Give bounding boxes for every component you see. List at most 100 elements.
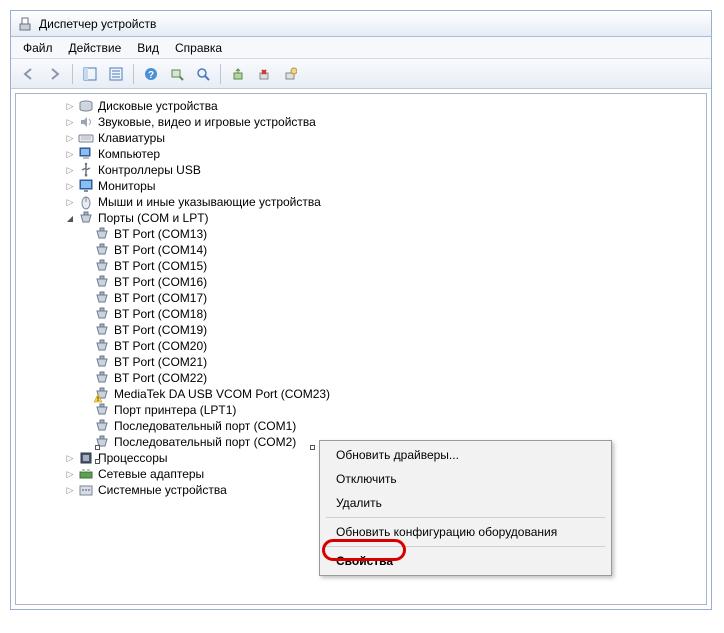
properties-button[interactable] [104,62,128,86]
tree-category[interactable]: Контроллеры USB [16,162,706,178]
tree-item-port[interactable]: BT Port (COM18) [16,306,706,322]
tree-item-port[interactable]: BT Port (COM15) [16,258,706,274]
cm-separator [326,546,605,547]
tree-category[interactable]: Мониторы [16,178,706,194]
scan-button[interactable] [165,62,189,86]
tree-category[interactable]: Компьютер [16,146,706,162]
app-icon [17,16,33,32]
category-icon [78,162,94,178]
tree-label: BT Port (COM18) [114,307,207,321]
port-icon [94,338,110,354]
menu-help[interactable]: Справка [167,39,230,57]
find-button[interactable] [191,62,215,86]
tree-label: Мыши и иные указывающие устройства [98,195,321,209]
tree-label: BT Port (COM22) [114,371,207,385]
menu-file[interactable]: Файл [15,39,61,57]
tree-category[interactable]: Звуковые, видео и игровые устройства [16,114,706,130]
forward-button[interactable] [43,62,67,86]
port-icon [94,290,110,306]
expander-icon[interactable] [64,132,76,144]
tree-label: Процессоры [98,451,168,465]
expander-icon[interactable] [64,212,76,224]
tree-item-port[interactable]: BT Port (COM22) [16,370,706,386]
tree-label: Порты (COM и LPT) [98,211,209,225]
tree-category[interactable]: Клавиатуры [16,130,706,146]
tree-label: Дисковые устройства [98,99,218,113]
category-icon [78,146,94,162]
port-icon [94,274,110,290]
port-icon [94,226,110,242]
tree-label: BT Port (COM13) [114,227,207,241]
tree-label: BT Port (COM17) [114,291,207,305]
menubar: Файл Действие Вид Справка [11,37,711,59]
tree-category[interactable]: Мыши и иные указывающие устройства [16,194,706,210]
tree-item-port[interactable]: BT Port (COM17) [16,290,706,306]
tree-item-port[interactable]: Порт принтера (LPT1) [16,402,706,418]
toolbar: ? [11,59,711,89]
category-icon [78,194,94,210]
expander-icon[interactable] [64,452,76,464]
tree-label: BT Port (COM20) [114,339,207,353]
expander-icon[interactable] [64,100,76,112]
expander-icon[interactable] [64,468,76,480]
tree-category-ports[interactable]: Порты (COM и LPT) [16,210,706,226]
back-button[interactable] [17,62,41,86]
cm-properties[interactable]: Свойства [322,549,609,573]
port-icon [94,418,110,434]
tree-label: BT Port (COM21) [114,355,207,369]
tree-label: BT Port (COM16) [114,275,207,289]
port-icon [94,402,110,418]
expander-icon[interactable] [64,484,76,496]
tree-item-port[interactable]: BT Port (COM14) [16,242,706,258]
tree-item-port[interactable]: Последовательный порт (COM1) [16,418,706,434]
port-icon [94,258,110,274]
tree-label: Клавиатуры [98,131,165,145]
menu-action[interactable]: Действие [61,39,130,57]
tree-label: Последовательный порт (COM2) [114,435,296,449]
tree-label: Системные устройства [98,483,227,497]
category-icon [78,482,94,498]
tree-label: BT Port (COM14) [114,243,207,257]
tree-label: Мониторы [98,179,155,193]
category-icon [78,178,94,194]
port-icon: ! [94,386,110,402]
context-menu: Обновить драйверы... Отключить Удалить О… [319,440,612,576]
tree-label: BT Port (COM19) [114,323,207,337]
tree-item-port[interactable]: BT Port (COM19) [16,322,706,338]
tree-category[interactable]: Дисковые устройства [16,98,706,114]
cm-update-drivers[interactable]: Обновить драйверы... [322,443,609,467]
show-hide-tree-button[interactable] [78,62,102,86]
expander-icon[interactable] [64,196,76,208]
category-icon [78,114,94,130]
tree-item-port[interactable]: BT Port (COM16) [16,274,706,290]
titlebar: Диспетчер устройств [11,11,711,37]
tree-item-port[interactable]: ! MediaTek DA USB VCOM Port (COM23) [16,386,706,402]
cm-separator [326,517,605,518]
tree-item-port[interactable]: BT Port (COM13) [16,226,706,242]
tree-label: BT Port (COM15) [114,259,207,273]
expander-icon[interactable] [64,148,76,160]
help-button[interactable]: ? [139,62,163,86]
category-icon [78,450,94,466]
cm-scan-hardware[interactable]: Обновить конфигурацию оборудования [322,520,609,544]
disable-button[interactable] [278,62,302,86]
cm-disable[interactable]: Отключить [322,467,609,491]
category-icon [78,130,94,146]
uninstall-button[interactable] [252,62,276,86]
expander-icon[interactable] [64,164,76,176]
menu-view[interactable]: Вид [129,39,167,57]
expander-icon[interactable] [64,180,76,192]
cm-delete[interactable]: Удалить [322,491,609,515]
tree-label: Контроллеры USB [98,163,201,177]
port-icon [94,242,110,258]
update-driver-button[interactable] [226,62,250,86]
port-icon [94,322,110,338]
port-icon [94,354,110,370]
tree-item-port[interactable]: BT Port (COM20) [16,338,706,354]
tree-label: MediaTek DA USB VCOM Port (COM23) [114,387,330,401]
category-icon [78,466,94,482]
tree-label: Компьютер [98,147,160,161]
expander-icon[interactable] [64,116,76,128]
tree-item-port[interactable]: BT Port (COM21) [16,354,706,370]
tree-label: Последовательный порт (COM1) [114,419,296,433]
